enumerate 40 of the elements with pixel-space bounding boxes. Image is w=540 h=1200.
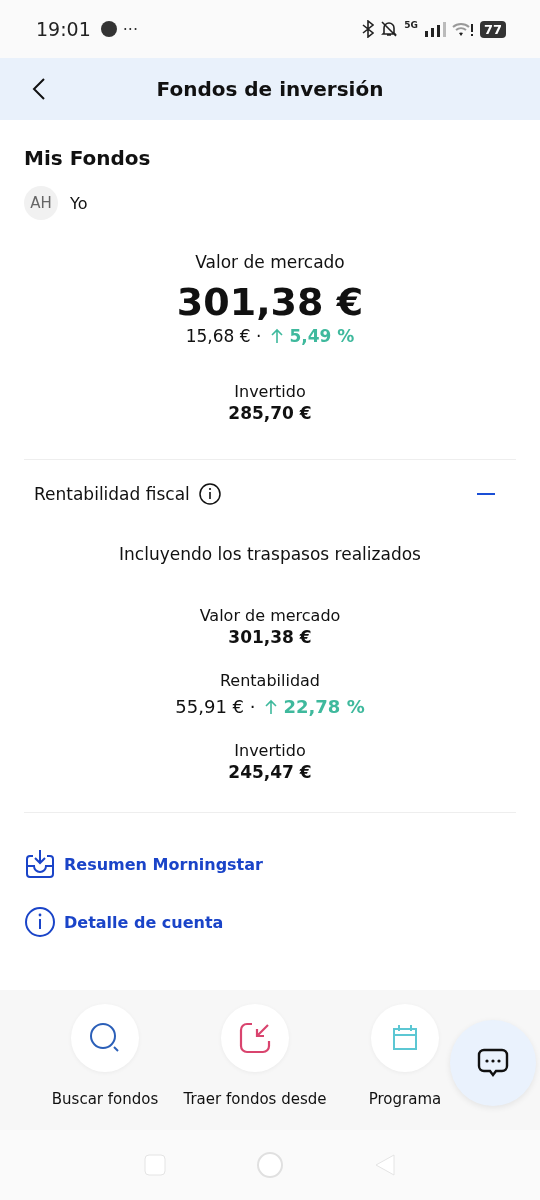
back-icon[interactable] (32, 77, 46, 101)
link[interactable]: Detalle de cuenta (64, 912, 224, 932)
info-icon[interactable] (24, 906, 56, 938)
status-time: 19:01 (36, 18, 91, 40)
stat-value: 245,47 € (228, 762, 312, 782)
stat-label: Invertido (234, 741, 306, 760)
up-arrow-icon (265, 698, 278, 715)
stat-label: Valor de mercado (199, 606, 341, 625)
download-tray-icon[interactable] (24, 848, 56, 880)
up-arrow-icon (271, 328, 284, 344)
wifi-icon (451, 21, 474, 37)
market-value: 301,38 € (176, 280, 364, 324)
action-label: Buscar fondos (51, 1090, 159, 1108)
subtitle: Incluyendo los traspasos realizados (119, 544, 421, 564)
stat-value: 285,70 € (228, 403, 312, 423)
info-icon[interactable] (197, 482, 222, 506)
action-label: Traer fondos desde (183, 1090, 327, 1108)
more-status: ··· (122, 19, 139, 39)
gain-percent: 5,49 % (289, 326, 355, 346)
owner-name: Yo (70, 193, 88, 213)
gain-amount: 15,68 € · (185, 326, 262, 346)
bluetooth-icon (362, 20, 375, 38)
stat-label: Invertido (234, 382, 306, 401)
section-label: Rentabilidad fiscal (34, 484, 190, 504)
page-title: Fondos de inversión (156, 77, 384, 101)
gain-percent: 22,78 % (283, 696, 365, 717)
stat-label: Rentabilidad (219, 671, 321, 690)
stat-value: 55,91 € · (175, 696, 256, 717)
section-title: Mis Fondos (24, 146, 152, 170)
record-dot-icon (100, 21, 117, 37)
avatar: AH (24, 186, 58, 220)
import-arrow-icon (238, 1021, 272, 1055)
link[interactable]: Resumen Morningstar (64, 854, 263, 874)
action-label: Programa (368, 1090, 442, 1108)
stat-label: Valor de mercado (195, 252, 345, 272)
signal-icon (423, 21, 446, 37)
network-type: 5G (404, 20, 418, 30)
battery-indicator: 77 (479, 20, 506, 38)
stat-value: 301,38 € (228, 627, 312, 647)
muted-bell-icon (380, 20, 399, 38)
